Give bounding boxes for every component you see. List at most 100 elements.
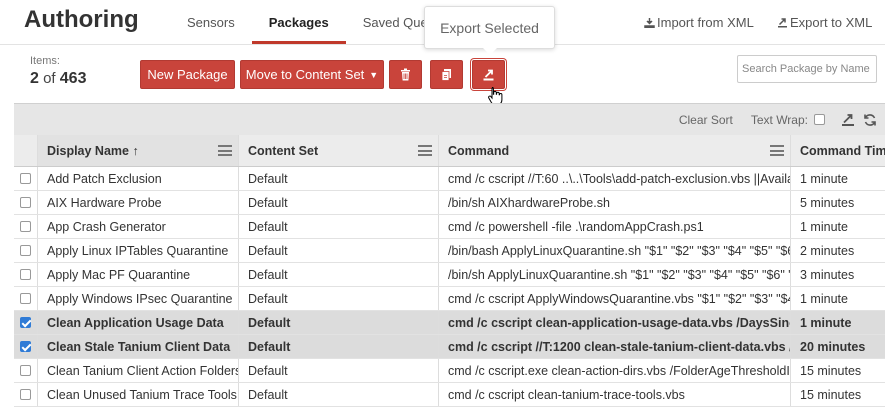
table-row[interactable]: Apply Linux IPTables Quarantine Default/b… [14, 239, 885, 263]
content-set-header-label: Content Set [248, 143, 319, 158]
export-selected-tooltip: Export Selected [424, 6, 555, 55]
row-checkbox[interactable] [20, 221, 31, 232]
content-set-cell: Default [239, 359, 439, 382]
column-header-display-name[interactable]: Display Name ↑ [38, 135, 239, 166]
table-row[interactable]: Add Patch Exclusion Default cmd /c cscript… [14, 167, 885, 191]
export-to-xml-link[interactable]: Export to XML [777, 15, 872, 30]
command-timeout-cell: 2 minutes [800, 243, 855, 258]
display-name-cell: Clean Tanium Client Action Folders [38, 359, 239, 382]
move-to-content-set-button[interactable]: Move to Content Set ▼ [240, 60, 384, 89]
grid-body: Add Patch Exclusion Default cmd /c cscript… [14, 167, 885, 407]
column-header-content-set[interactable]: Content Set [239, 135, 439, 166]
content-set-cell: Default [239, 335, 439, 358]
column-menu-icon[interactable] [418, 145, 432, 156]
column-menu-icon[interactable] [218, 145, 232, 156]
refresh-icon[interactable] [863, 113, 877, 127]
content-set-cell: Default [239, 191, 439, 214]
display-name-cell: Apply Mac PF Quarantine [38, 263, 239, 286]
table-row[interactable]: Clean Stale Tanium Client Data Default cmd… [14, 335, 885, 359]
command-cell: cmd /c cscript ApplyWindowsQuarantine.vb… [439, 287, 791, 310]
row-checkbox[interactable] [20, 365, 31, 376]
command-cell: cmd /c cscript //T:1200 clean-stale-tani… [439, 335, 791, 358]
move-label: Move to Content Set [245, 67, 365, 82]
of-label: of [43, 70, 56, 87]
display-name-cell: Clean Application Usage Data [38, 311, 239, 334]
table-row[interactable]: Apply Mac PF Quarantine Default/bin/sh Ap… [14, 263, 885, 287]
command-timeout-cell: 20 minutes [800, 339, 866, 354]
row-select-cell [14, 239, 38, 262]
command-cell: cmd /c cscript.exe clean-action-dirs.vbs… [439, 359, 791, 382]
display-name-cell: AIX Hardware Probe [38, 191, 239, 214]
content-set-cell: Default [239, 287, 439, 310]
command-timeout-cell: 1 minute [800, 171, 848, 186]
table-row[interactable]: Clean Application Usage Data Default cmd /… [14, 311, 885, 335]
column-header-command-timeout[interactable]: Command Timeout [791, 135, 885, 166]
export-selected-button[interactable] [472, 60, 505, 89]
content-set-cell: Default [239, 263, 439, 286]
text-wrap-checkbox[interactable] [814, 114, 825, 125]
import-button[interactable] [430, 60, 463, 89]
row-select-cell [14, 191, 38, 214]
import-package-icon [441, 69, 451, 81]
export-label: Export to XML [790, 15, 873, 30]
row-select-cell [14, 383, 38, 406]
display-name-cell: Clean Unused Tanium Trace Tools A [38, 383, 239, 406]
command-cell: cmd /c powershell -file .\randomAppCrash… [439, 215, 791, 238]
command-cell: cmd /c cscript clean-tanium-trace-tools.… [439, 383, 791, 406]
content-set-cell: Default [239, 215, 439, 238]
row-select-cell [14, 167, 38, 190]
import-icon [644, 18, 655, 28]
command-header-label: Command [448, 143, 510, 158]
command-timeout-cell: 15 minutes [800, 387, 862, 402]
search-package-input[interactable] [737, 55, 877, 83]
command-cell: /bin/sh ApplyLinuxQuarantine.sh "$1" "$2… [439, 263, 791, 286]
table-row[interactable]: Clean Tanium Client Action Folders Defaul… [14, 359, 885, 383]
items-count: 2 of 463 [30, 70, 86, 88]
command-timeout-cell: 1 minute [800, 219, 848, 234]
text-wrap-toggle: Text Wrap: [751, 113, 825, 127]
export-grid-icon[interactable] [841, 113, 855, 127]
delete-button[interactable] [389, 60, 422, 89]
table-row[interactable]: Apply Windows IPsec Quarantine Default cmd… [14, 287, 885, 311]
new-package-button[interactable]: New Package [140, 60, 235, 89]
display-name-cell: Apply Linux IPTables Quarantine [38, 239, 239, 262]
command-timeout-cell: 3 minutes [800, 267, 855, 282]
export-selected-icon [483, 69, 494, 81]
grid-toolbar: Clear Sort Text Wrap: [14, 103, 885, 135]
tab-sensors[interactable]: Sensors [170, 0, 252, 44]
export-icon [778, 18, 787, 28]
packages-grid: Display Name ↑ Content Set Command Comma… [14, 135, 885, 407]
row-checkbox[interactable] [20, 389, 31, 400]
column-header-command[interactable]: Command [439, 135, 791, 166]
command-cell: cmd /c cscript //T:60 ..\..\Tools\add-pa… [439, 167, 791, 190]
column-menu-icon[interactable] [770, 145, 784, 156]
row-checkbox[interactable] [20, 317, 31, 328]
table-row[interactable]: AIX Hardware Probe Default/bin/sh AIXhard… [14, 191, 885, 215]
command-cell: /bin/bash ApplyLinuxQuarantine.sh "$1" "… [439, 239, 791, 262]
command-cell: cmd /c cscript clean-application-usage-d… [439, 311, 791, 334]
tab-packages[interactable]: Packages [251, 0, 346, 44]
table-row[interactable]: Clean Unused Tanium Trace Tools A Default… [14, 383, 885, 407]
row-checkbox[interactable] [20, 173, 31, 184]
row-select-cell [14, 359, 38, 382]
content-set-cell: Default [239, 383, 439, 406]
row-checkbox[interactable] [20, 197, 31, 208]
table-row[interactable]: App Crash Generator Default cmd /c powersh… [14, 215, 885, 239]
command-timeout-cell: 1 minute [800, 291, 848, 306]
display-name-header-label: Display Name ↑ [47, 143, 139, 158]
command-timeout-cell: 15 minutes [800, 363, 862, 378]
command-timeout-header-label: Command Timeout [800, 143, 885, 158]
row-checkbox[interactable] [20, 245, 31, 256]
row-select-cell [14, 215, 38, 238]
clear-sort-link[interactable]: Clear Sort [679, 113, 733, 127]
row-checkbox[interactable] [20, 293, 31, 304]
command-timeout-cell: 5 minutes [800, 195, 855, 210]
content-set-cell: Default [239, 167, 439, 190]
import-from-xml-link[interactable]: Import from XML [644, 15, 754, 30]
row-select-cell [14, 311, 38, 334]
text-wrap-label: Text Wrap: [750, 112, 808, 127]
row-checkbox[interactable] [20, 269, 31, 280]
row-select-cell [14, 335, 38, 358]
grid-header-row: Display Name ↑ Content Set Command Comma… [14, 135, 885, 167]
row-checkbox[interactable] [20, 341, 31, 352]
